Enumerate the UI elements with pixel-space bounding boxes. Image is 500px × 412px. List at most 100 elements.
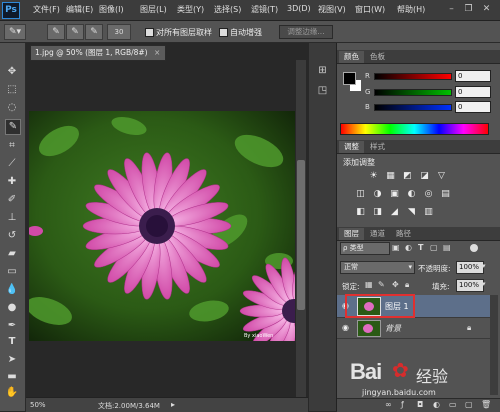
- filter-shape-icon[interactable]: ▢: [430, 243, 438, 252]
- photo-filter-icon[interactable]: ◐: [406, 189, 417, 200]
- document-tab[interactable]: 1.jpg @ 50% (图层 1, RGB/8#) ×: [30, 45, 166, 61]
- menu-edit[interactable]: 编辑(E): [66, 4, 93, 15]
- marquee-tool-icon[interactable]: ⬚: [5, 83, 19, 97]
- gradient-tool-icon[interactable]: ▭: [5, 265, 19, 279]
- channel-mixer-icon[interactable]: ◎: [423, 189, 434, 200]
- shape-tool-icon[interactable]: ▬: [5, 370, 19, 384]
- vibrance-icon[interactable]: ▽: [436, 171, 447, 182]
- status-arrow-icon[interactable]: ▸: [171, 400, 175, 409]
- quick-selection-tool-icon[interactable]: ✎: [5, 119, 21, 135]
- channel-r-slider[interactable]: [374, 73, 452, 80]
- tab-channels[interactable]: 通道: [365, 228, 390, 240]
- posterize-icon[interactable]: ◨: [372, 207, 383, 218]
- healing-brush-tool-icon[interactable]: ✚: [5, 175, 19, 189]
- filter-adjustment-icon[interactable]: ◐: [405, 243, 412, 252]
- menu-view[interactable]: 视图(V): [318, 4, 346, 15]
- opacity-dropdown-icon[interactable]: ▾: [482, 262, 486, 270]
- move-tool-icon[interactable]: ✥: [5, 65, 19, 79]
- layer-filter-select[interactable]: ρ 类型: [340, 242, 390, 255]
- hand-tool-icon[interactable]: ✋: [5, 386, 19, 400]
- color-spectrum-bar[interactable]: [340, 123, 489, 135]
- tab-swatches[interactable]: 色板: [365, 51, 390, 63]
- filter-type-icon[interactable]: T: [418, 243, 423, 252]
- filter-toggle[interactable]: [470, 244, 478, 252]
- channel-b-slider[interactable]: [374, 104, 452, 111]
- auto-enhance-checkbox[interactable]: [219, 28, 228, 37]
- zoom-level[interactable]: 50%: [30, 401, 46, 409]
- add-to-selection-icon[interactable]: ✎: [66, 24, 84, 40]
- invert-icon[interactable]: ◧: [355, 207, 366, 218]
- color-lookup-icon[interactable]: ▤: [440, 189, 451, 200]
- minimize-button[interactable]: –: [445, 3, 458, 15]
- eraser-tool-icon[interactable]: ▰: [5, 247, 19, 261]
- crop-tool-icon[interactable]: ⌗: [5, 139, 19, 153]
- tab-color[interactable]: 颜色: [339, 51, 364, 63]
- subtract-from-selection-icon[interactable]: ✎: [85, 24, 103, 40]
- menu-help[interactable]: 帮助(H): [397, 4, 425, 15]
- lock-image-icon[interactable]: ✎: [378, 280, 385, 289]
- dodge-tool-icon[interactable]: ●: [5, 301, 19, 315]
- hue-saturation-icon[interactable]: ◫: [355, 189, 366, 200]
- threshold-icon[interactable]: ◢: [389, 207, 400, 218]
- foreground-color-swatch-top[interactable]: [343, 72, 356, 85]
- selective-color-icon[interactable]: ▥: [423, 207, 434, 218]
- exposure-icon[interactable]: ◪: [419, 171, 430, 182]
- brush-size-picker[interactable]: 30: [107, 24, 131, 40]
- menu-window[interactable]: 窗口(W): [355, 4, 385, 15]
- vertical-scroll-thumb[interactable]: [297, 160, 305, 310]
- filter-pixel-icon[interactable]: ▣: [392, 243, 400, 252]
- levels-icon[interactable]: ▦: [385, 171, 396, 182]
- menu-file[interactable]: 文件(F): [33, 4, 60, 15]
- filter-smart-object-icon[interactable]: ▤: [443, 243, 451, 252]
- tab-styles[interactable]: 样式: [365, 141, 390, 153]
- blur-tool-icon[interactable]: 💧: [5, 283, 19, 297]
- adjustments-panel-header: 调整 样式: [337, 140, 500, 154]
- menu-layer[interactable]: 图层(L): [140, 4, 167, 15]
- menu-3d[interactable]: 3D(D): [287, 4, 311, 13]
- clone-stamp-tool-icon[interactable]: ⊥: [5, 211, 19, 225]
- layer-row-background[interactable]: ◉ 背景 🔒︎: [337, 318, 490, 339]
- opacity-value[interactable]: 100%: [456, 261, 484, 274]
- pen-tool-icon[interactable]: ✒: [5, 319, 19, 333]
- fill-value[interactable]: 100%: [456, 279, 484, 292]
- canvas-image[interactable]: By xiaoWen: [29, 111, 295, 341]
- tab-paths[interactable]: 路径: [391, 228, 416, 240]
- fill-dropdown-icon[interactable]: ▾: [482, 280, 486, 288]
- menu-select[interactable]: 选择(S): [214, 4, 241, 15]
- lasso-tool-icon[interactable]: ◌: [5, 101, 19, 115]
- path-selection-tool-icon[interactable]: ➤: [5, 353, 19, 367]
- eyedropper-tool-icon[interactable]: ⟋: [5, 157, 19, 171]
- lock-all-icon[interactable]: 🔒︎: [405, 280, 409, 290]
- visibility-eye-icon[interactable]: ◉: [342, 323, 349, 332]
- blend-mode-select[interactable]: 正常 ▾: [340, 261, 415, 274]
- new-selection-icon[interactable]: ✎: [47, 24, 65, 40]
- curves-icon[interactable]: ◩: [402, 171, 413, 182]
- channel-g-value[interactable]: 0: [455, 86, 491, 98]
- menu-filter[interactable]: 滤镜(T): [251, 4, 278, 15]
- menu-image[interactable]: 图像(I): [99, 4, 124, 15]
- tab-adjustments[interactable]: 调整: [339, 141, 364, 153]
- color-balance-icon[interactable]: ◑: [372, 189, 383, 200]
- gradient-map-icon[interactable]: ◥: [406, 207, 417, 218]
- lock-position-icon[interactable]: ✥: [392, 280, 399, 289]
- document-tab-close-icon[interactable]: ×: [154, 48, 160, 57]
- properties-panel-icon[interactable]: ◳: [316, 85, 329, 98]
- type-tool-icon[interactable]: T: [5, 335, 19, 349]
- history-panel-icon[interactable]: ⊞: [316, 65, 329, 78]
- sample-all-layers-checkbox[interactable]: [145, 28, 154, 37]
- brightness-contrast-icon[interactable]: ☀: [368, 171, 379, 182]
- lock-transparent-icon[interactable]: ▦: [365, 280, 373, 289]
- menu-type[interactable]: 类型(Y): [177, 4, 204, 15]
- tab-layers[interactable]: 图层: [339, 228, 364, 240]
- layer-name[interactable]: 背景: [385, 323, 401, 334]
- black-white-icon[interactable]: ▣: [389, 189, 400, 200]
- history-brush-tool-icon[interactable]: ↺: [5, 229, 19, 243]
- close-button[interactable]: ✕: [480, 3, 493, 15]
- channel-r-value[interactable]: 0: [455, 70, 491, 82]
- refine-edge-button[interactable]: 调整边缘...: [279, 25, 333, 39]
- channel-g-slider[interactable]: [374, 89, 452, 96]
- channel-b-value[interactable]: 0: [455, 101, 491, 113]
- quick-selection-preset-icon[interactable]: ✎▾: [4, 24, 26, 40]
- brush-tool-icon[interactable]: ✐: [5, 193, 19, 207]
- restore-button[interactable]: ❐: [462, 3, 475, 15]
